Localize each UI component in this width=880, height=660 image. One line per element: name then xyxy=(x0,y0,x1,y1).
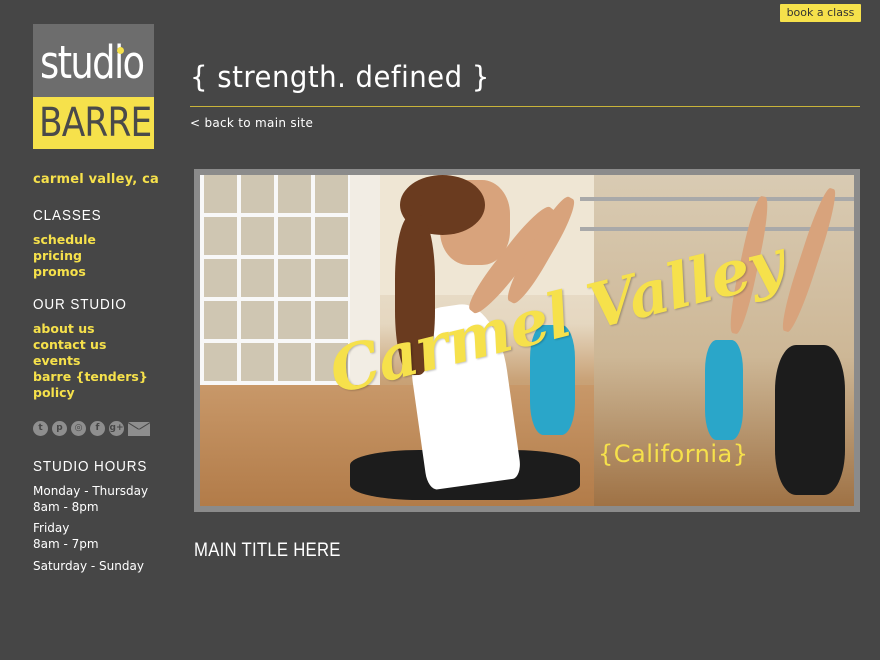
logo-top: studio xyxy=(33,24,154,97)
page-tagline: { strength. defined } xyxy=(190,60,490,94)
classes-nav: schedule pricing promos xyxy=(33,232,96,280)
hours-block-2: Friday 8am - 7pm xyxy=(33,521,99,552)
our-studio-heading: OUR STUDIO xyxy=(33,296,127,313)
instagram-icon[interactable]: ◎ xyxy=(71,421,86,436)
hours-days: Saturday - Sunday xyxy=(33,559,144,573)
logo-text-barre: BARRE xyxy=(39,100,152,146)
book-a-class-button[interactable]: book a class xyxy=(780,4,861,22)
hours-days: Friday xyxy=(33,521,70,535)
studio-hours-heading: STUDIO HOURS xyxy=(33,458,148,475)
hours-block-3: Saturday - Sunday xyxy=(33,559,144,575)
hours-time: 8am - 8pm xyxy=(33,499,99,514)
classes-heading: CLASSES xyxy=(33,207,102,224)
main-title: MAIN TITLE HERE xyxy=(194,540,341,561)
location-label: carmel valley, ca xyxy=(33,172,160,187)
nav-link-policy[interactable]: policy xyxy=(33,385,148,401)
barre-rail xyxy=(580,197,854,201)
hero-photo: Carmel Valley {California} xyxy=(200,175,854,506)
google-plus-icon[interactable]: g+ xyxy=(109,421,124,436)
back-to-main-site-link[interactable]: < back to main site xyxy=(190,116,313,130)
nav-link-events[interactable]: events xyxy=(33,353,148,369)
header-divider xyxy=(190,106,860,107)
nav-link-barre-tenders[interactable]: barre {tenders} xyxy=(33,369,148,385)
studio-nav: about us contact us events barre {tender… xyxy=(33,321,148,401)
hours-days: Monday - Thursday xyxy=(33,484,149,498)
pinterest-icon[interactable]: p xyxy=(52,421,67,436)
hours-time: 8am - 7pm xyxy=(33,536,99,551)
nav-link-pricing[interactable]: pricing xyxy=(33,248,96,264)
facebook-icon[interactable]: f xyxy=(90,421,105,436)
logo-text-studio: studio xyxy=(40,36,145,89)
nav-link-schedule[interactable]: schedule xyxy=(33,232,96,248)
hero-banner: Carmel Valley {California} xyxy=(194,169,860,512)
reflection-figure xyxy=(775,345,845,495)
logo-bottom: BARRE xyxy=(33,97,154,149)
social-icons: t p ◎ f g+ xyxy=(33,421,150,436)
twitter-icon[interactable]: t xyxy=(33,421,48,436)
mail-icon[interactable] xyxy=(128,421,150,436)
nav-link-about-us[interactable]: about us xyxy=(33,321,148,337)
nav-link-contact-us[interactable]: contact us xyxy=(33,337,148,353)
hero-subtitle: {California} xyxy=(598,440,749,468)
reflection-figure xyxy=(705,340,743,440)
logo-dot xyxy=(117,47,124,54)
nav-link-promos[interactable]: promos xyxy=(33,264,96,280)
studio-barre-logo[interactable]: studio BARRE xyxy=(33,24,154,149)
hours-block-1: Monday - Thursday 8am - 8pm xyxy=(33,484,148,515)
